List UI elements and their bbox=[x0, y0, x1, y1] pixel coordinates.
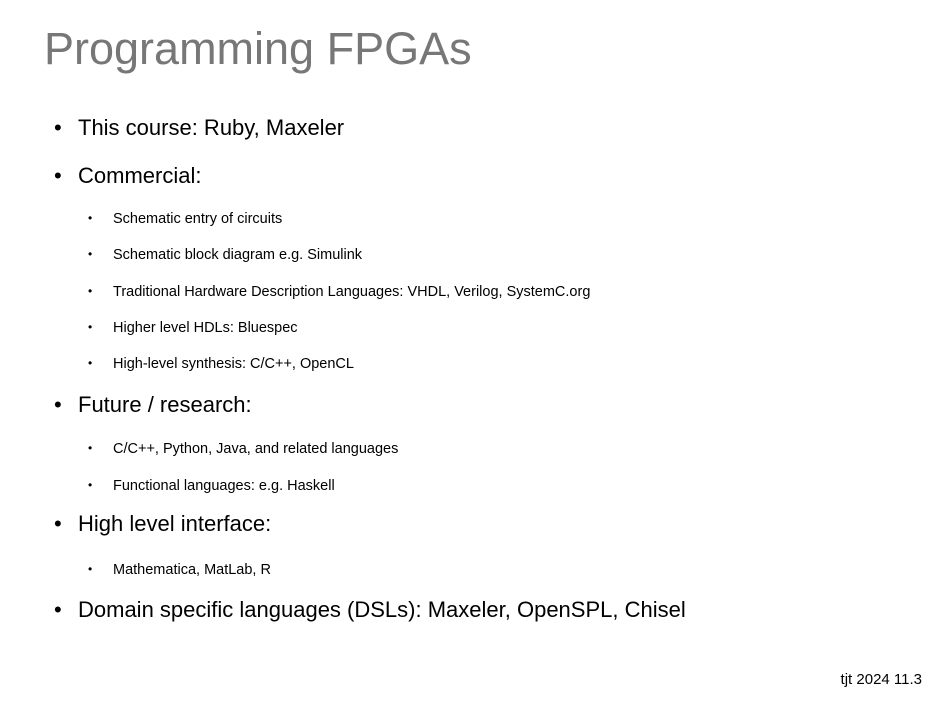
list-item: • This course: Ruby, Maxeler bbox=[54, 114, 344, 142]
bullet-icon: • bbox=[88, 211, 93, 225]
bullet-text: High level interface: bbox=[78, 511, 272, 536]
list-item: • Future / research: bbox=[54, 391, 252, 419]
bullet-icon: • bbox=[88, 562, 93, 576]
list-item: • Traditional Hardware Description Langua… bbox=[88, 281, 590, 302]
bullet-text: C/C++, Python, Java, and related languag… bbox=[113, 441, 399, 457]
slide-title: Programming FPGAs bbox=[44, 23, 472, 74]
bullet-text: Mathematica, MatLab, R bbox=[113, 562, 271, 578]
list-item: • Commercial: bbox=[54, 162, 201, 190]
bullet-icon: • bbox=[88, 247, 93, 261]
slide-footer: tjt 2024 11.3 bbox=[840, 671, 922, 688]
bullet-icon: • bbox=[54, 163, 62, 188]
list-item: • Functional languages: e.g. Haskell bbox=[88, 475, 335, 496]
list-item: • High-level synthesis: C/C++, OpenCL bbox=[88, 353, 354, 374]
bullet-icon: • bbox=[88, 478, 93, 492]
list-item: • Schematic block diagram e.g. Simulink bbox=[88, 244, 362, 265]
bullet-text: Schematic block diagram e.g. Simulink bbox=[113, 247, 363, 263]
bullet-text: This course: Ruby, Maxeler bbox=[78, 115, 345, 140]
bullet-text: Higher level HDLs: Bluespec bbox=[113, 320, 298, 336]
list-item: • Schematic entry of circuits bbox=[88, 208, 282, 229]
list-item: • C/C++, Python, Java, and related langua… bbox=[88, 438, 398, 459]
bullet-text: Schematic entry of circuits bbox=[113, 211, 283, 227]
bullet-icon: • bbox=[54, 115, 62, 140]
list-item: • Domain specific languages (DSLs): Maxel… bbox=[54, 596, 686, 624]
list-item: • High level interface: bbox=[54, 510, 271, 538]
bullet-text: High-level synthesis: C/C++, OpenCL bbox=[113, 356, 354, 372]
bullet-text: Functional languages: e.g. Haskell bbox=[113, 478, 335, 494]
bullet-icon: • bbox=[54, 511, 62, 536]
bullet-text: Future / research: bbox=[78, 392, 252, 417]
bullet-text: Commercial: bbox=[78, 163, 202, 188]
bullet-text: Domain specific languages (DSLs): Maxele… bbox=[78, 597, 686, 622]
list-item: • Higher level HDLs: Bluespec bbox=[88, 317, 298, 338]
bullet-icon: • bbox=[54, 392, 62, 417]
list-item: • Mathematica, MatLab, R bbox=[88, 559, 271, 580]
bullet-icon: • bbox=[54, 597, 62, 622]
bullet-icon: • bbox=[88, 320, 93, 334]
bullet-icon: • bbox=[88, 441, 93, 455]
bullet-icon: • bbox=[88, 356, 93, 370]
bullet-icon: • bbox=[88, 284, 93, 298]
bullet-text: Traditional Hardware Description Languag… bbox=[113, 284, 591, 300]
